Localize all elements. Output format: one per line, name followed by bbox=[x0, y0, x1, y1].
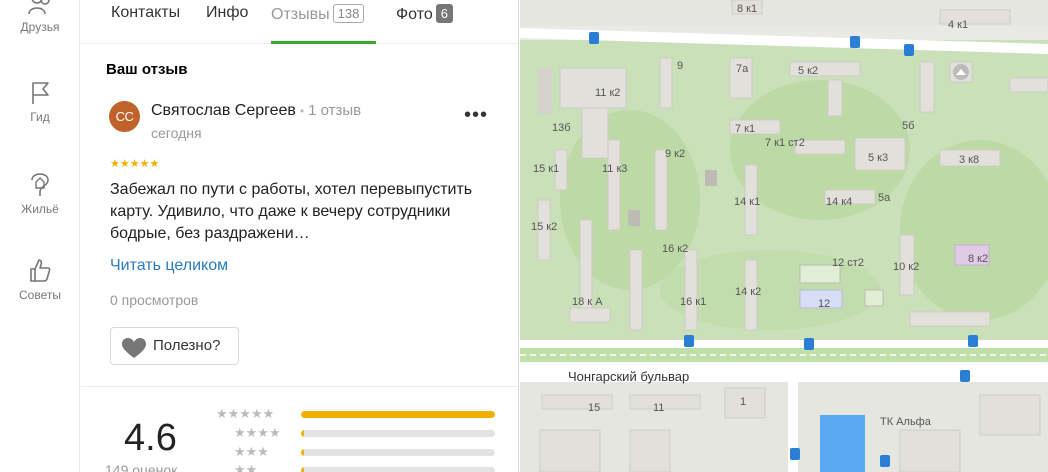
house-number: 7а bbox=[736, 63, 749, 75]
tab-info[interactable]: Инфо bbox=[206, 4, 248, 22]
rating-bar-stars-4: ★★★★ bbox=[234, 425, 281, 440]
place-panel: Контакты Инфо Отзывы 138 Фото 6 Ваш отзыв … bbox=[81, 0, 519, 472]
house-number: 4 к1 bbox=[948, 19, 969, 31]
house-number: 11 bbox=[653, 402, 665, 414]
review-text: Забежал по пути с работы, хотел перевыпу… bbox=[110, 181, 473, 242]
tab-label: Инфо bbox=[206, 4, 249, 21]
house-number: 9 bbox=[677, 60, 684, 72]
avatar[interactable]: СС bbox=[109, 101, 140, 132]
house-number: 8 к1 bbox=[737, 3, 758, 15]
house-number: 12 bbox=[818, 298, 831, 310]
rating-bar-5 bbox=[301, 411, 495, 418]
active-tab-indicator bbox=[271, 41, 376, 44]
map[interactable]: 8 к1 4 к1 9 7а 5 к2 11 к2 13б 5б 9 к2 7 … bbox=[520, 0, 1048, 472]
rating-count: 149 оценок bbox=[105, 462, 178, 472]
section-title: Ваш отзыв bbox=[106, 61, 188, 78]
average-rating: 4.6 bbox=[124, 417, 177, 459]
reviews-count-badge: 138 bbox=[332, 4, 365, 23]
views-count: 0 просмотров bbox=[110, 292, 199, 308]
house-number: 10 к2 bbox=[893, 261, 920, 273]
tab-label: Фото bbox=[396, 6, 433, 23]
read-more-link[interactable]: Читать целиком bbox=[110, 257, 228, 275]
thumbs-up-icon bbox=[30, 259, 51, 282]
house-number: 18 к А bbox=[572, 296, 603, 308]
rating-bar-fill bbox=[301, 411, 495, 418]
rating-bar-3 bbox=[301, 449, 495, 456]
house-number: 5а bbox=[878, 192, 891, 204]
rating-bar-fill bbox=[301, 430, 304, 437]
nav-item-tips[interactable]: Советы bbox=[0, 256, 80, 302]
house-number: 1 bbox=[740, 396, 747, 408]
nav-item-label: Советы bbox=[19, 288, 61, 302]
house-number: 14 к1 bbox=[734, 196, 761, 208]
poi-label[interactable]: ТК Альфа bbox=[880, 416, 931, 428]
nav-item-housing[interactable]: Жильё bbox=[0, 168, 80, 216]
house-number: 5 к3 bbox=[868, 152, 889, 164]
rating-bar-4 bbox=[301, 430, 495, 437]
house-number: 7 к1 ст2 bbox=[765, 137, 805, 149]
tab-label: Контакты bbox=[111, 4, 181, 21]
rating-bar-fill bbox=[301, 467, 304, 472]
tab-contacts[interactable]: Контакты bbox=[111, 4, 180, 22]
flag-icon bbox=[32, 82, 49, 104]
tab-reviews[interactable]: Отзывы 138 bbox=[271, 4, 365, 24]
house-number: 15 к2 bbox=[531, 221, 558, 233]
divider bbox=[81, 386, 518, 387]
useful-label: Полезно? bbox=[153, 337, 221, 354]
review-author: Святослав Сергеев • 1 отзыв bbox=[151, 102, 361, 120]
house-number: 5б bbox=[902, 120, 915, 132]
nav-item-guide[interactable]: Гид bbox=[0, 80, 80, 124]
useful-button[interactable]: Полезно? bbox=[110, 327, 239, 365]
house-number: 11 к3 bbox=[602, 163, 628, 175]
review-date: сегодня bbox=[151, 125, 202, 141]
more-options-icon[interactable]: ••• bbox=[464, 104, 488, 127]
nav-item-label: Друзья bbox=[20, 20, 60, 34]
author-reviews-count: 1 отзыв bbox=[308, 102, 362, 119]
review-rating-stars: ★★★★★ bbox=[110, 158, 160, 170]
nav-item-label: Гид bbox=[30, 110, 50, 124]
house-number: 5 к2 bbox=[798, 65, 819, 77]
house-number: 9 к2 bbox=[665, 148, 686, 160]
house-number: 12 ст2 bbox=[832, 257, 864, 269]
rating-bar-stars-2: ★★ bbox=[234, 462, 258, 472]
house-number: 3 к8 bbox=[959, 154, 980, 166]
house-number: 11 к2 bbox=[595, 87, 621, 99]
tab-photo[interactable]: Фото 6 bbox=[396, 4, 453, 24]
rating-bar-fill bbox=[301, 449, 304, 456]
nav-rail: Друзья Гид Жильё Советы bbox=[0, 0, 80, 472]
house-number: 16 к2 bbox=[662, 243, 689, 255]
house-number: 15 к1 bbox=[533, 163, 560, 175]
rating-bar-stars-5: ★★★★★ bbox=[216, 406, 275, 421]
rating-bar-2 bbox=[301, 467, 495, 472]
author-name[interactable]: Святослав Сергеев bbox=[151, 102, 296, 119]
photo-count-badge: 6 bbox=[435, 4, 453, 23]
house-number: 8 к2 bbox=[968, 253, 989, 265]
separator-dot: • bbox=[299, 104, 305, 118]
tab-bar: Контакты Инфо Отзывы 138 Фото 6 bbox=[81, 0, 518, 44]
house-number: 16 к1 bbox=[680, 296, 707, 308]
tab-label: Отзывы bbox=[271, 6, 330, 23]
house-number: 14 к4 bbox=[826, 196, 853, 208]
nav-item-friends[interactable]: Друзья bbox=[0, 0, 80, 34]
heart-icon bbox=[122, 338, 146, 358]
street-label: Чонгарский бульвар bbox=[568, 369, 690, 384]
house-icon bbox=[31, 173, 49, 196]
rating-bar-stars-3: ★★★ bbox=[234, 444, 269, 459]
house-number: 7 к1 bbox=[735, 123, 756, 135]
friends-icon bbox=[28, 0, 50, 15]
house-number: 14 к2 bbox=[735, 286, 762, 298]
house-number: 15 bbox=[588, 402, 601, 414]
house-number: 13б bbox=[552, 122, 571, 134]
nav-item-label: Жильё bbox=[21, 202, 59, 216]
